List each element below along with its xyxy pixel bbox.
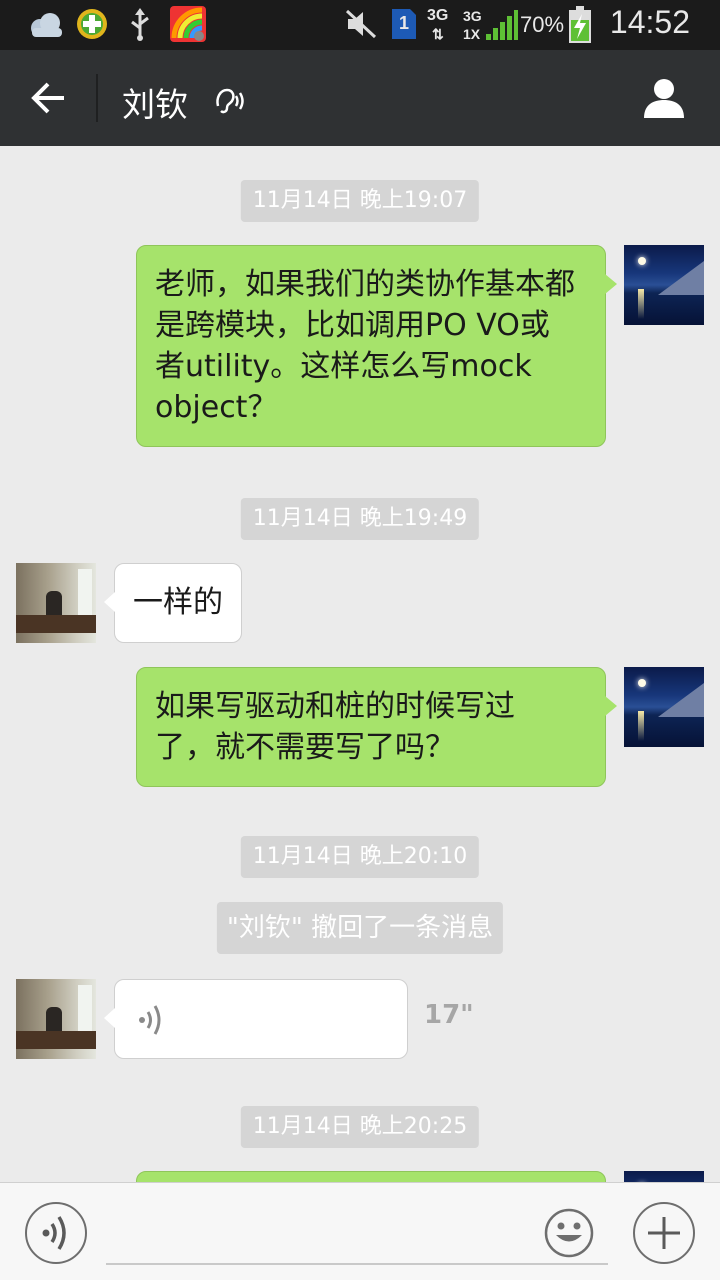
message-line: 者utility。这样怎么写mock (155, 349, 532, 384)
message-line: object？ (155, 390, 278, 425)
avatar-other[interactable] (16, 979, 96, 1059)
data-arrows: ⇅ (432, 26, 444, 42)
avatar-self[interactable] (624, 245, 704, 325)
back-arrow-icon[interactable] (22, 74, 76, 122)
message-line: 一样的 (133, 585, 223, 620)
timestamp: 11月14日 晚上19:49 (240, 498, 480, 540)
timestamp: 11月14日 晚上19:07 (240, 180, 480, 222)
message-line: 是跨模块，比如调用PO VO或 (155, 308, 550, 343)
message-line: 如果写驱动和桩的时候写过 (155, 689, 515, 724)
sim-slot-label: 1 (399, 13, 410, 33)
emoji-button[interactable] (538, 1202, 600, 1264)
input-bar (0, 1182, 720, 1280)
voice-message-bubble[interactable] (104, 979, 408, 1059)
chat-area[interactable]: 11月14日 晚上19:07 老师，如果我们的类协作基本都 是跨模块，比如调用P… (0, 146, 720, 1182)
usb-icon (131, 8, 149, 41)
clock: 14:52 (609, 4, 690, 40)
timestamp: 11月14日 晚上20:10 (240, 836, 480, 878)
network-type-label-2: 3G (463, 8, 482, 24)
battery-charging-icon (569, 6, 591, 43)
voice-input-icon (42, 1216, 66, 1250)
network-type-label: 3G (427, 7, 449, 24)
timestamp: 11月14日 晚上20:25 (240, 1106, 480, 1148)
mute-icon (345, 9, 377, 39)
plus-app-icon (77, 9, 107, 39)
status-bar: 1 3G ⇅ 3G 1X 70% 14:52 (0, 0, 720, 50)
avatar-self[interactable] (624, 667, 704, 747)
emoji-icon (544, 1208, 594, 1258)
contact-name: 刘钦 (122, 85, 188, 124)
title-bar: 刘钦 (0, 50, 720, 146)
recall-notice: "刘钦" 撤回了一条消息 (216, 902, 504, 954)
weather-cloud-icon (31, 13, 62, 37)
message-input[interactable] (106, 1203, 608, 1265)
signal-icon (486, 10, 518, 40)
voice-duration: 17" (424, 1000, 474, 1030)
color-app-icon (170, 6, 206, 42)
voice-wave-icon (139, 1005, 161, 1035)
message-line: 老师，如果我们的类协作基本都 (155, 267, 575, 302)
message-bubble-self[interactable] (136, 1171, 606, 1182)
network-type-label-3: 1X (463, 26, 481, 42)
message-bubble-self[interactable]: 老师，如果我们的类协作基本都 是跨模块，比如调用PO VO或 者utility。… (136, 245, 617, 447)
voice-input-button[interactable] (25, 1202, 87, 1264)
earpiece-icon (216, 88, 244, 114)
battery-percent: 70% (520, 12, 565, 37)
more-options-button[interactable] (633, 1202, 695, 1264)
avatar-self[interactable] (624, 1171, 704, 1182)
plus-icon (648, 1217, 680, 1249)
header-divider (96, 74, 98, 122)
message-line: 了，就不需要写了吗？ (155, 730, 455, 765)
message-bubble-other[interactable]: 一样的 (104, 563, 242, 643)
avatar-other[interactable] (16, 563, 96, 643)
person-icon[interactable] (642, 76, 686, 120)
message-bubble-self[interactable]: 如果写驱动和桩的时候写过 了，就不需要写了吗？ (136, 667, 617, 787)
